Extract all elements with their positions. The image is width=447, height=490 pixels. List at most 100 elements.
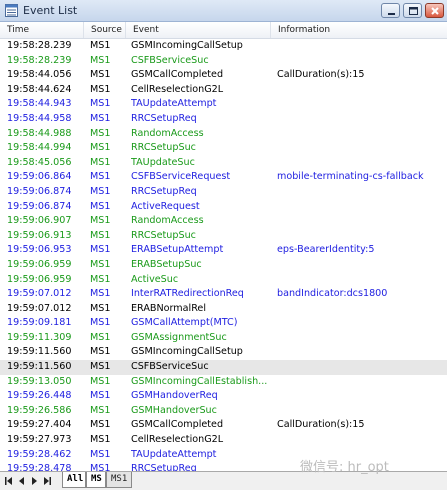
cell-event: RRCSetupSuc: [131, 142, 196, 154]
cell-source: MS1: [90, 273, 111, 285]
cell-time: 19:59:13.050: [7, 375, 72, 387]
last-icon: [44, 477, 51, 485]
next-icon: [32, 477, 37, 485]
cell-event: RRCSetupReq: [131, 112, 197, 124]
cell-event: ActiveRequest: [131, 200, 200, 212]
table-row[interactable]: 19:59:11.560 MS1 CSFBServiceSuc: [0, 360, 447, 375]
cell-source: MS1: [90, 69, 111, 81]
cell-source: MS1: [90, 112, 111, 124]
cell-source: MS1: [90, 375, 111, 387]
cell-source: MS1: [90, 404, 111, 416]
cell-source: MS1: [90, 40, 111, 51]
table-row[interactable]: 19:59:27.404 MS1 GSMCallCompleted CallDurat…: [0, 418, 447, 433]
cell-event: GSMHandoverSuc: [131, 404, 217, 416]
table-row[interactable]: 19:59:27.973 MS1 CellReselectionG2L: [0, 433, 447, 448]
table-row[interactable]: 19:58:44.624 MS1 CellReselectionG2L: [0, 83, 447, 98]
cell-time: 19:59:06.913: [7, 229, 72, 241]
cell-event: RRCSetupSuc: [131, 229, 196, 241]
column-header-source[interactable]: Source: [84, 22, 126, 38]
table-row[interactable]: 19:58:28.239 MS1 CSFBServiceSuc: [0, 54, 447, 69]
table-row[interactable]: 19:58:44.994 MS1 RRCSetupSuc: [0, 141, 447, 156]
maximize-button[interactable]: [403, 3, 422, 18]
cell-time: 19:59:26.448: [7, 390, 72, 402]
cell-event: CellReselectionG2L: [131, 83, 224, 95]
window-title: Event List: [23, 4, 78, 17]
cell-event: GSMHandoverReq: [131, 390, 218, 402]
tab-all[interactable]: All: [62, 472, 86, 488]
cell-event: RRCSetupReq: [131, 463, 197, 471]
cell-event: TAUpdateSuc: [131, 156, 195, 168]
cell-time: 19:58:28.239: [7, 54, 72, 66]
cell-time: 19:59:11.309: [7, 331, 72, 343]
cell-event: GSMCallCompleted: [131, 419, 224, 431]
cell-time: 19:59:07.012: [7, 302, 72, 314]
cell-event: TAUpdateAttempt: [131, 448, 217, 460]
column-header-event[interactable]: Event: [126, 22, 271, 38]
cell-source: MS1: [90, 288, 111, 300]
cell-source: MS1: [90, 434, 111, 446]
cell-time: 19:58:44.624: [7, 83, 72, 95]
watermark: 微信号: hr_opt: [300, 460, 389, 475]
cell-source: MS1: [90, 229, 111, 241]
cell-source: MS1: [90, 390, 111, 402]
table-row[interactable]: 19:59:06.959 MS1 ActiveSuc: [0, 273, 447, 288]
table-row[interactable]: 19:59:11.309 MS1 GSMAssignmentSuc: [0, 331, 447, 346]
cell-information: mobile-terminating-cs-fallback: [277, 171, 424, 183]
cell-source: MS1: [90, 185, 111, 197]
cell-event: InterRATRedirectionReq: [131, 288, 244, 300]
tab-ms1[interactable]: MS1: [106, 472, 132, 488]
cell-information: CallDuration(s):15: [277, 69, 365, 81]
table-row[interactable]: 19:59:06.913 MS1 RRCSetupSuc: [0, 229, 447, 244]
cell-time: 19:59:06.874: [7, 200, 72, 212]
table-row[interactable]: 19:58:44.958 MS1 RRCSetupReq: [0, 112, 447, 127]
table-row[interactable]: 19:59:06.874 MS1 RRCSetupReq: [0, 185, 447, 200]
prev-button[interactable]: [17, 476, 26, 486]
table-row[interactable]: 19:59:07.012 MS1 ERABNormalRel: [0, 302, 447, 317]
cell-event: GSMAssignmentSuc: [131, 331, 227, 343]
cell-time: 19:58:44.994: [7, 142, 72, 154]
cell-event: ERABSetupSuc: [131, 258, 202, 270]
table-row[interactable]: 19:59:11.560 MS1 GSMIncomingCallSetup: [0, 345, 447, 360]
first-button[interactable]: [4, 476, 13, 486]
minimize-button[interactable]: [381, 3, 400, 18]
table-row[interactable]: 19:59:09.181 MS1 GSMCallAttempt(MTC): [0, 316, 447, 331]
column-header-information[interactable]: Information: [271, 22, 447, 38]
first-icon: [5, 477, 12, 485]
cell-source: MS1: [90, 156, 111, 168]
cell-source: MS1: [90, 448, 111, 460]
table-row[interactable]: 19:58:28.239 MS1 GSMIncomingCallSetup: [0, 39, 447, 54]
table-row[interactable]: 19:59:26.448 MS1 GSMHandoverReq: [0, 389, 447, 404]
prev-icon: [19, 477, 24, 485]
table-row[interactable]: 19:58:45.056 MS1 TAUpdateSuc: [0, 156, 447, 171]
table-row[interactable]: 19:58:44.988 MS1 RandomAccess: [0, 127, 447, 142]
cell-event: TAUpdateAttempt: [131, 98, 217, 110]
table-row[interactable]: 19:59:06.907 MS1 RandomAccess: [0, 214, 447, 229]
cell-time: 19:59:11.560: [7, 361, 72, 373]
event-table: 19:58:28.239 MS1 GSMIncomingCallSetup 19:58…: [0, 39, 447, 471]
column-header-time[interactable]: Time: [0, 22, 84, 38]
table-row[interactable]: 19:58:44.943 MS1 TAUpdateAttempt: [0, 97, 447, 112]
cell-source: MS1: [90, 215, 111, 227]
tab-ms[interactable]: MS: [86, 472, 106, 488]
table-row[interactable]: 19:59:07.012 MS1 InterRATRedirectionReq ban…: [0, 287, 447, 302]
next-button[interactable]: [30, 476, 39, 486]
table-row[interactable]: 19:59:06.864 MS1 CSFBServiceRequest mobile-…: [0, 170, 447, 185]
table-row[interactable]: 19:59:13.050 MS1 GSMIncomingCallEstablish.…: [0, 375, 447, 390]
cell-time: 19:59:06.953: [7, 244, 72, 256]
cell-source: MS1: [90, 83, 111, 95]
cell-event: GSMIncomingCallEstablish...: [131, 375, 268, 387]
cell-time: 19:58:44.988: [7, 127, 72, 139]
table-row[interactable]: 19:59:06.874 MS1 ActiveRequest: [0, 200, 447, 215]
cell-event: ERABSetupAttempt: [131, 244, 224, 256]
cell-time: 19:59:06.959: [7, 273, 72, 285]
close-button[interactable]: [425, 3, 444, 18]
cell-time: 19:59:07.012: [7, 288, 72, 300]
cell-time: 19:59:26.586: [7, 404, 72, 416]
table-row[interactable]: 19:59:06.953 MS1 ERABSetupAttempt eps-Beare…: [0, 243, 447, 258]
cell-event: RandomAccess: [131, 127, 204, 139]
table-row[interactable]: 19:58:44.056 MS1 GSMCallCompleted CallDurat…: [0, 68, 447, 83]
column-header: Time Source Event Information: [0, 22, 447, 39]
table-row[interactable]: 19:59:26.586 MS1 GSMHandoverSuc: [0, 404, 447, 419]
last-button[interactable]: [43, 476, 52, 486]
table-row[interactable]: 19:59:06.959 MS1 ERABSetupSuc: [0, 258, 447, 273]
